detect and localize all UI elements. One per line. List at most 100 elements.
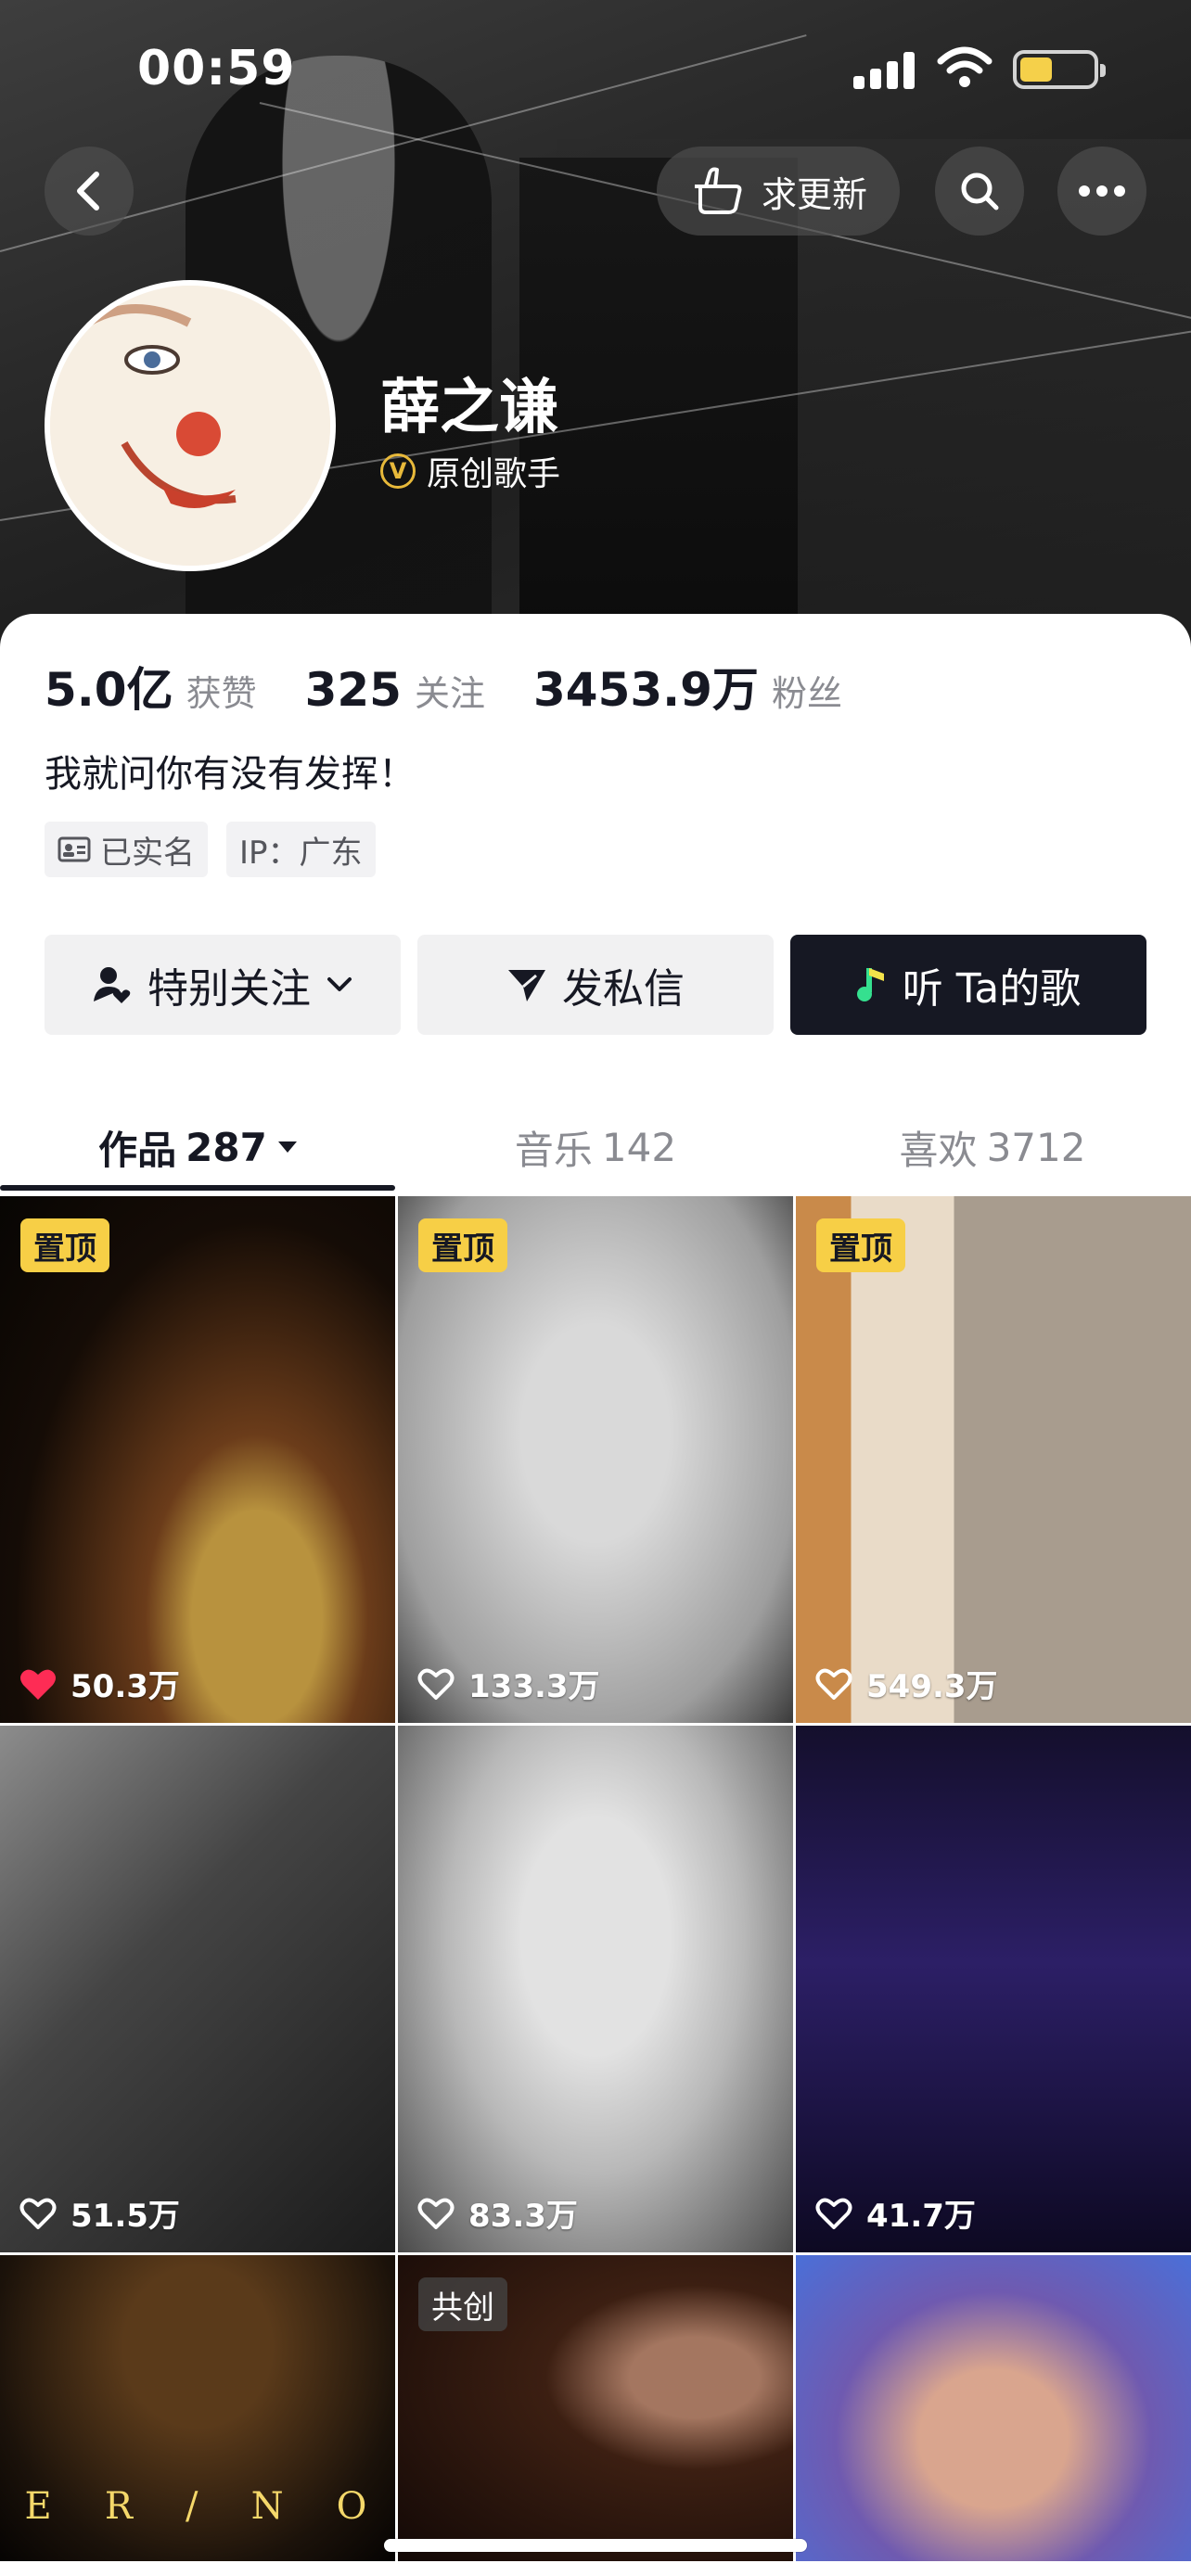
tab-count: 142 xyxy=(601,1124,677,1170)
tag-text: IP：广东 xyxy=(239,834,363,872)
id-card-icon xyxy=(58,836,91,862)
stat-label: 获赞 xyxy=(186,673,257,714)
stat-followers[interactable]: 3453.9万 粉丝 xyxy=(533,653,842,720)
stat-following[interactable]: 325 关注 xyxy=(305,663,485,717)
stat-value: 5.0亿 xyxy=(45,663,173,717)
user-heart-icon xyxy=(94,967,131,1003)
tag-ip: IP：广东 xyxy=(226,822,376,877)
verified-icon: V xyxy=(380,453,416,489)
overlay-letter: R xyxy=(104,2485,136,2528)
like-count-text: 41.7万 xyxy=(866,2198,976,2235)
overlay-letter: N xyxy=(250,2485,288,2528)
heart-outline-icon xyxy=(417,1668,455,1700)
home-indicator[interactable] xyxy=(384,2539,807,2552)
like-count-text: 549.3万 xyxy=(866,1668,998,1705)
co-creation-badge: 共创 xyxy=(418,2277,507,2331)
tag-row: 已实名 IP：广东 xyxy=(45,822,376,877)
like-count: 83.3万 xyxy=(416,2190,578,2236)
avatar[interactable] xyxy=(45,280,336,571)
overlay-letter: E xyxy=(24,2485,56,2528)
like-count-text: 83.3万 xyxy=(468,2198,578,2235)
wifi-icon xyxy=(937,46,992,87)
verification-title: 原创歌手 xyxy=(427,455,561,493)
like-count-text: 51.5万 xyxy=(70,2198,180,2235)
bio-text: 我就问你有没有发挥！ xyxy=(45,753,416,796)
video-thumbnail[interactable]: E R / N O xyxy=(0,2255,395,2561)
special-follow-label: 特别关注 xyxy=(147,965,311,1013)
overlay-letter: O xyxy=(336,2485,371,2528)
tab-likes[interactable]: 喜欢 3712 xyxy=(794,1096,1191,1198)
video-thumbnail[interactable]: 共创 xyxy=(398,2255,793,2561)
active-tab-indicator xyxy=(0,1185,395,1191)
tab-music[interactable]: 音乐 142 xyxy=(397,1096,794,1198)
video-thumbnail[interactable]: 置顶 133.3万 xyxy=(398,1196,793,1723)
music-note-icon xyxy=(856,968,884,1001)
video-thumbnail[interactable]: 41.7万 xyxy=(796,1726,1191,2252)
chevron-left-icon xyxy=(77,172,99,210)
search-icon xyxy=(961,172,999,210)
profile-name: 薛之谦 xyxy=(380,374,558,442)
stat-value: 325 xyxy=(304,663,402,717)
content-tabs: 作品 287 音乐 142 喜欢 3712 xyxy=(0,1096,1191,1198)
tab-label: 作品 xyxy=(98,1127,177,1173)
message-label: 发私信 xyxy=(562,965,685,1013)
like-count: 133.3万 xyxy=(416,1661,600,1706)
thumbnail-overlay-text: E R / N O xyxy=(0,2485,395,2528)
more-button[interactable] xyxy=(1057,147,1146,236)
stat-label: 粉丝 xyxy=(771,673,842,714)
battery-icon xyxy=(1013,50,1106,89)
listen-music-button[interactable]: 听 Ta的歌 xyxy=(790,935,1146,1035)
tag-real-name: 已实名 xyxy=(45,822,208,877)
chevron-down-icon xyxy=(327,977,352,991)
pinned-badge: 置顶 xyxy=(20,1218,109,1272)
video-thumbnail[interactable]: 置顶 549.3万 xyxy=(796,1196,1191,1723)
heart-outline-icon xyxy=(815,1668,852,1700)
video-thumbnail[interactable]: 置顶 50.3万 xyxy=(0,1196,395,1723)
like-count: 41.7万 xyxy=(814,2190,976,2236)
back-button[interactable] xyxy=(45,147,134,236)
video-thumbnail[interactable] xyxy=(796,2255,1191,2561)
stat-label: 关注 xyxy=(414,673,485,714)
request-update-button[interactable]: 求更新 xyxy=(657,147,900,236)
more-dots-icon xyxy=(1079,185,1125,197)
heart-outline-icon xyxy=(417,2198,455,2229)
stat-value: 3453.9万 xyxy=(532,663,759,717)
video-thumbnail[interactable]: 51.5万 xyxy=(0,1726,395,2252)
status-bar: 00:59 xyxy=(0,0,1191,139)
like-count: 50.3万 xyxy=(19,1661,180,1706)
tab-count: 287 xyxy=(186,1124,267,1170)
video-grid: 置顶 50.3万 置顶 133.3万 置顶 549.3万 51.5万 83.3万… xyxy=(0,1196,1191,2561)
listen-music-label: 听 Ta的歌 xyxy=(902,965,1082,1013)
stat-likes[interactable]: 5.0亿 获赞 xyxy=(45,653,257,720)
request-update-label: 求更新 xyxy=(761,173,867,215)
pinned-badge: 置顶 xyxy=(418,1218,507,1272)
like-count: 549.3万 xyxy=(814,1661,998,1706)
like-count-text: 133.3万 xyxy=(468,1668,600,1705)
tab-label: 音乐 xyxy=(514,1127,593,1173)
like-count: 51.5万 xyxy=(19,2190,180,2236)
like-count-text: 50.3万 xyxy=(70,1668,180,1705)
message-button[interactable]: 发私信 xyxy=(417,935,774,1035)
pinned-badge: 置顶 xyxy=(816,1218,905,1272)
tag-text: 已实名 xyxy=(100,834,195,872)
tab-works[interactable]: 作品 287 xyxy=(0,1096,397,1198)
heart-outline-icon xyxy=(815,2198,852,2229)
signal-icon xyxy=(853,48,920,89)
pointing-hand-icon xyxy=(694,167,742,214)
avatar-illustration xyxy=(50,286,330,566)
action-buttons: 特别关注 发私信 听 Ta的歌 xyxy=(45,935,1146,1035)
send-icon xyxy=(508,970,545,1001)
verification-badge: V 原创歌手 xyxy=(380,447,560,495)
tab-count: 3712 xyxy=(986,1124,1086,1170)
profile-card: 5.0亿 获赞 325 关注 3453.9万 粉丝 我就问你有没有发挥！ 已实名… xyxy=(0,614,1191,2576)
heart-outline-icon xyxy=(19,2198,57,2229)
caret-down-icon xyxy=(277,1141,297,1153)
stats-row: 5.0亿 获赞 325 关注 3453.9万 粉丝 xyxy=(45,653,890,720)
search-button[interactable] xyxy=(935,147,1024,236)
status-time: 00:59 xyxy=(137,41,296,96)
tab-label: 喜欢 xyxy=(899,1127,978,1173)
video-thumbnail[interactable]: 83.3万 xyxy=(398,1726,793,2252)
heart-filled-icon xyxy=(20,1669,56,1700)
special-follow-button[interactable]: 特别关注 xyxy=(45,935,401,1035)
overlay-letter: / xyxy=(186,2485,202,2528)
